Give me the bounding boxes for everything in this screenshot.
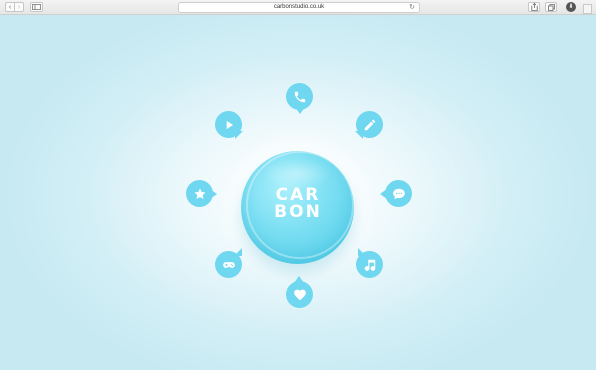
- phone-icon: [294, 91, 305, 102]
- browser-toolbar: ‹ › carbonstudio.co.uk ↻ ⬇: [0, 0, 596, 15]
- sidebar-icon: [32, 4, 41, 10]
- gamepad-icon: [222, 261, 235, 268]
- logo-line-2: BON: [274, 202, 322, 222]
- page-content: CAR BON: [0, 15, 596, 370]
- nav-bubble-phone[interactable]: [286, 83, 316, 114]
- downloads-button[interactable]: ⬇: [566, 2, 576, 12]
- download-icon: ⬇: [568, 4, 574, 10]
- nav-bubble-gamepad[interactable]: [215, 248, 245, 281]
- pencil-icon: [364, 119, 375, 130]
- share-button[interactable]: [528, 2, 540, 12]
- heart-icon: [293, 289, 306, 300]
- music-note-icon: [364, 259, 375, 271]
- window-resize-indicator: [583, 4, 592, 14]
- sidebar-toggle-button[interactable]: [30, 2, 43, 12]
- chevron-right-icon: ›: [17, 3, 21, 11]
- nav-bubble-chat[interactable]: [380, 180, 415, 210]
- nav-bubble-music[interactable]: [356, 248, 386, 281]
- reload-icon[interactable]: ↻: [409, 3, 415, 12]
- chevron-left-icon: ‹: [8, 3, 12, 11]
- nav-bubble-heart[interactable]: [286, 276, 316, 311]
- nav-bubble-star[interactable]: [186, 180, 217, 210]
- url-text: carbonstudio.co.uk: [273, 4, 325, 10]
- share-icon: [530, 3, 538, 11]
- nav-bubble-pencil[interactable]: [355, 111, 386, 141]
- logo-wordmark: CAR BON: [268, 187, 328, 221]
- tabs-icon: [547, 3, 555, 11]
- play-icon: [226, 120, 233, 129]
- tabs-button[interactable]: [545, 2, 557, 12]
- forward-button[interactable]: ›: [14, 2, 24, 12]
- address-bar[interactable]: carbonstudio.co.uk ↻: [178, 2, 420, 13]
- star-icon: [193, 187, 206, 199]
- chat-icon: [392, 188, 405, 199]
- nav-bubble-play[interactable]: [215, 111, 245, 141]
